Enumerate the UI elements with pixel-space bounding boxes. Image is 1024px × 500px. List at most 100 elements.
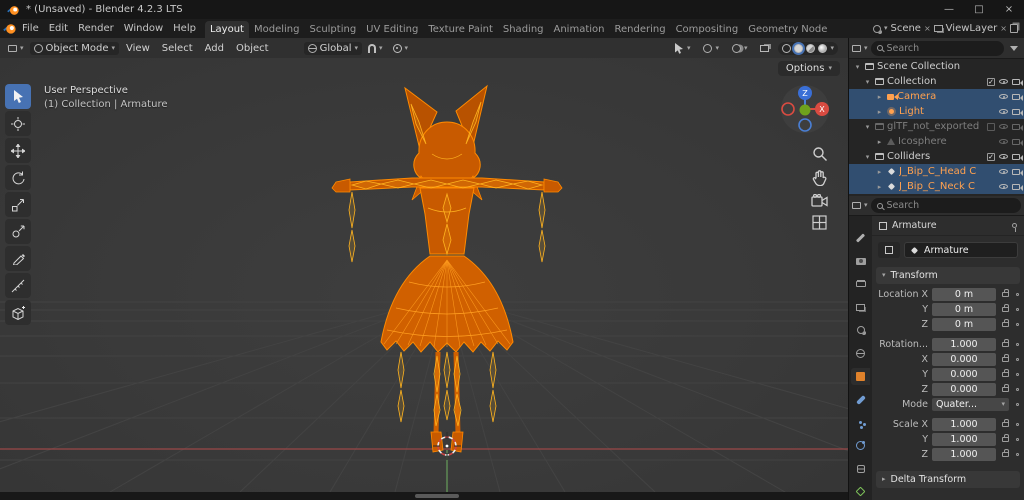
checkbox-icon[interactable] (987, 122, 995, 131)
expander-icon[interactable]: ▾ (863, 153, 872, 161)
outliner-row-neck-collider[interactable]: ▸ J_Bip_C_Neck C (849, 179, 1024, 194)
viewport-3d[interactable]: User Perspective (1) Collection | Armatu… (0, 58, 848, 492)
tab-layout[interactable]: Layout (204, 21, 249, 38)
value-field[interactable]: 1.000 (932, 418, 996, 431)
value-field[interactable]: 1.000 (932, 433, 996, 446)
eye-icon[interactable] (999, 139, 1008, 144)
animate-dot-icon[interactable] (1016, 308, 1019, 311)
outliner-row-icosphere[interactable]: ▸ Icosphere (849, 134, 1024, 149)
animate-dot-icon[interactable] (1016, 358, 1019, 361)
shading-wireframe-button[interactable] (782, 43, 792, 53)
animate-dot-icon[interactable] (1016, 438, 1019, 441)
shading-material-button[interactable] (806, 43, 816, 53)
expander-icon[interactable]: ▾ (863, 78, 872, 86)
eye-icon[interactable] (999, 169, 1008, 174)
gizmo-y-axis[interactable] (799, 104, 811, 116)
value-field[interactable]: 0.000 (932, 383, 996, 396)
zoom-icon[interactable] (812, 146, 828, 162)
eye-icon[interactable] (999, 94, 1008, 99)
tab-geometry-nodes[interactable]: Geometry Node (743, 21, 832, 38)
tab-sculpting[interactable]: Sculpting (304, 21, 361, 38)
expander-icon[interactable]: ▸ (875, 168, 884, 176)
animate-dot-icon[interactable] (1016, 343, 1019, 346)
lock-icon[interactable] (1002, 419, 1009, 427)
mode-dropdown[interactable]: Object Mode ▾ (29, 41, 120, 55)
selectability-dropdown[interactable]: ▾ (670, 42, 695, 55)
menu-select[interactable]: Select (157, 41, 198, 56)
tool-rotate[interactable] (5, 165, 31, 190)
properties-search-input[interactable]: Search (870, 198, 1021, 213)
outliner-editor-icon[interactable] (852, 44, 861, 52)
value-field[interactable]: 0.000 (932, 368, 996, 381)
armature-model[interactable] (331, 84, 563, 453)
animate-dot-icon[interactable] (1016, 403, 1019, 406)
gizmos-toggle[interactable]: ▾ (699, 43, 723, 54)
properties-editor-icon[interactable] (852, 202, 861, 209)
animate-dot-icon[interactable] (1016, 373, 1019, 376)
expander-icon[interactable]: ▾ (863, 123, 872, 131)
unlink-scene-icon[interactable]: × (924, 24, 931, 33)
tab-rendering[interactable]: Rendering (609, 21, 670, 38)
viewport-canvas[interactable] (0, 58, 848, 492)
pin-icon[interactable] (1012, 223, 1017, 232)
value-field[interactable]: 0 m (932, 288, 996, 301)
lock-icon[interactable] (1002, 449, 1009, 457)
tab-texture-paint[interactable]: Texture Paint (423, 21, 498, 38)
expander-icon[interactable]: ▸ (875, 138, 884, 146)
tab-uv-editing[interactable]: UV Editing (361, 21, 423, 38)
ptab-modifiers[interactable] (851, 392, 870, 408)
camera-icon[interactable] (1012, 123, 1023, 131)
orientation-dropdown[interactable]: Global ▾ (303, 41, 362, 55)
ptab-data[interactable] (851, 484, 870, 500)
lock-icon[interactable] (1002, 289, 1009, 297)
tool-scale[interactable] (5, 192, 31, 217)
camera-icon[interactable] (1012, 78, 1023, 86)
outliner-row-scene-collection[interactable]: ▾ Scene Collection (849, 59, 1024, 74)
ptab-render[interactable] (851, 253, 870, 269)
tool-tweak-select[interactable] (5, 84, 31, 109)
animate-dot-icon[interactable] (1016, 323, 1019, 326)
eye-icon[interactable] (999, 79, 1008, 84)
ptab-particles[interactable] (851, 415, 870, 431)
camera-icon[interactable] (1012, 168, 1023, 176)
tool-move[interactable] (5, 138, 31, 163)
animate-dot-icon[interactable] (1016, 293, 1019, 296)
expander-icon[interactable]: ▾ (853, 63, 862, 71)
tool-transform[interactable] (5, 219, 31, 244)
blender-menu-icon[interactable] (2, 21, 17, 36)
snapping-toggle[interactable]: ▾ (364, 43, 387, 54)
camera-icon[interactable] (1012, 183, 1023, 191)
editor-type-button[interactable]: ▾ (4, 44, 28, 53)
viewlayer-selector[interactable]: ViewLayer × (933, 23, 1018, 34)
outliner-row-head-collider[interactable]: ▸ J_Bip_C_Head C (849, 164, 1024, 179)
tab-compositing[interactable]: Compositing (671, 21, 744, 38)
object-name-field[interactable]: Armature (904, 242, 1018, 258)
shading-solid-button[interactable] (794, 43, 804, 53)
menu-render[interactable]: Render (73, 21, 119, 36)
animate-dot-icon[interactable] (1016, 388, 1019, 391)
ptab-tool[interactable] (851, 230, 870, 246)
menu-edit[interactable]: Edit (44, 21, 73, 36)
outliner-search-input[interactable]: Search (870, 40, 1004, 56)
eye-icon[interactable] (999, 184, 1008, 189)
eye-icon[interactable] (999, 154, 1008, 159)
navigation-gizmo[interactable]: Z X (780, 84, 830, 138)
expander-icon[interactable]: ▸ (875, 108, 884, 116)
eye-icon[interactable] (999, 109, 1008, 114)
animate-dot-icon[interactable] (1016, 453, 1019, 456)
camera-icon[interactable] (1012, 153, 1023, 161)
lock-icon[interactable] (1002, 434, 1009, 442)
lock-icon[interactable] (1002, 304, 1009, 312)
overlays-toggle[interactable]: ▾ (728, 43, 752, 54)
camera-view-icon[interactable] (811, 194, 828, 207)
gizmo-x-neg-axis[interactable] (781, 102, 795, 116)
minimize-button[interactable]: — (934, 0, 964, 19)
outliner-row-camera[interactable]: ▸ Camera (849, 89, 1024, 104)
delta-transform-panel-header[interactable]: ▸ Delta Transform (876, 471, 1020, 488)
lock-icon[interactable] (1002, 369, 1009, 377)
outliner-row-collection[interactable]: ▾ Collection (849, 74, 1024, 89)
animate-dot-icon[interactable] (1016, 423, 1019, 426)
ptab-scene[interactable] (851, 322, 870, 338)
camera-icon[interactable] (1012, 138, 1023, 146)
breadcrumb-label[interactable]: Armature (892, 220, 937, 231)
